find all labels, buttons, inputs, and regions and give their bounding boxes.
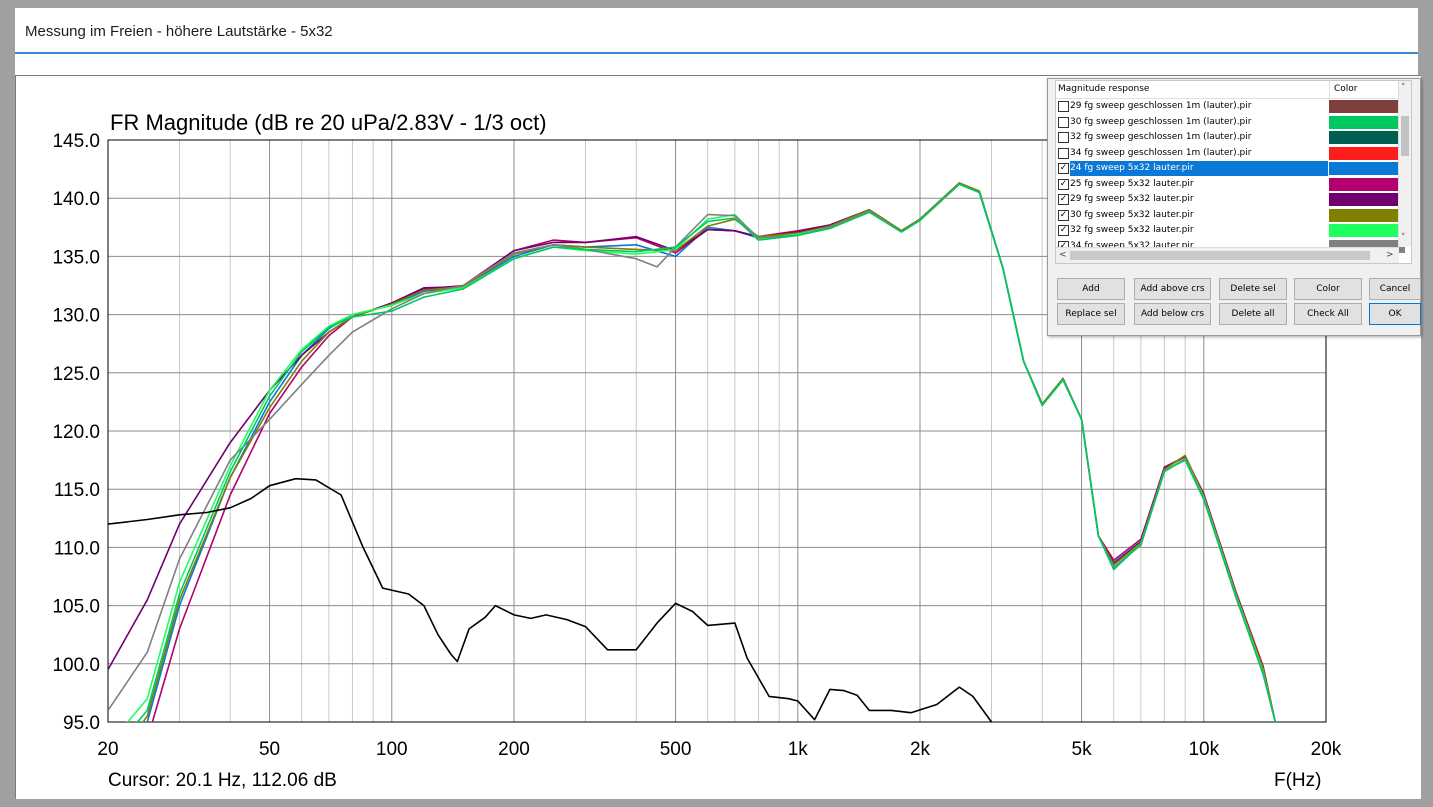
list-item[interactable]: ✓ 24 fg sweep 5x32 lauter.pir	[1056, 161, 1405, 176]
y-tick-label: 140.0	[52, 189, 100, 210]
y-tick-label: 100.0	[52, 655, 100, 676]
color-swatch[interactable]	[1329, 193, 1405, 206]
scroll-thumb-horizontal[interactable]	[1070, 251, 1370, 260]
add-above-crs-button[interactable]: Add above crs	[1134, 278, 1211, 300]
replace-sel-button[interactable]: Replace sel	[1057, 303, 1125, 325]
list-item-label: 32 fg sweep geschlossen 1m (lauter).pir	[1070, 132, 1252, 142]
title-bar: Messung im Freien - höhere Lautstärke - …	[15, 8, 1418, 54]
x-tick-label: 1k	[788, 739, 809, 760]
add-below-crs-button[interactable]: Add below crs	[1134, 303, 1211, 325]
list-item[interactable]: 32 fg sweep geschlossen 1m (lauter).pir	[1056, 130, 1405, 145]
color-swatch[interactable]	[1329, 100, 1405, 113]
color-button[interactable]: Color	[1294, 278, 1362, 300]
y-tick-label: 110.0	[54, 538, 100, 559]
cancel-button[interactable]: Cancel	[1369, 278, 1421, 300]
x-tick-label: 20k	[1311, 739, 1342, 760]
y-tick-label: 125.0	[52, 364, 100, 385]
color-swatch[interactable]	[1329, 131, 1405, 144]
x-tick-label: 5k	[1072, 739, 1093, 760]
y-tick-label: 115.0	[54, 480, 100, 501]
list-item[interactable]: ✓ 32 fg sweep 5x32 lauter.pir	[1056, 223, 1405, 238]
delete-sel-button[interactable]: Delete sel	[1219, 278, 1287, 300]
x-tick-label: 20	[97, 739, 118, 760]
list-item-label: 34 fg sweep geschlossen 1m (lauter).pir	[1070, 147, 1252, 158]
list-item-label: 25 fg sweep 5x32 lauter.pir	[1070, 178, 1194, 189]
list-horizontal-scrollbar[interactable]: < >	[1056, 247, 1399, 263]
list-item[interactable]: ✓ 25 fg sweep 5x32 lauter.pir	[1056, 177, 1405, 192]
checkbox[interactable]: ✓	[1058, 163, 1069, 174]
color-swatch[interactable]	[1329, 162, 1405, 175]
add-button[interactable]: Add	[1057, 278, 1125, 300]
x-tick-label: 100	[376, 739, 408, 760]
scroll-thumb[interactable]	[1401, 116, 1409, 156]
list-vertical-scrollbar[interactable]: ˄ ˅	[1398, 81, 1411, 247]
color-swatch[interactable]	[1329, 208, 1405, 222]
list-item[interactable]: 30 fg sweep geschlossen 1m (lauter).pir	[1056, 115, 1405, 130]
x-tick-label: 2k	[910, 739, 931, 760]
cursor-readout: Cursor: 20.1 Hz, 112.06 dB	[108, 770, 337, 791]
y-tick-label: 145.0	[52, 131, 100, 152]
x-tick-label: 50	[259, 739, 280, 760]
response-list[interactable]: Magnitude response Color 29 fg sweep ges…	[1055, 80, 1412, 264]
checkbox[interactable]: ✓	[1058, 209, 1069, 221]
list-header-color: Color	[1329, 81, 1358, 98]
list-item[interactable]: 29 fg sweep geschlossen 1m (lauter).pir	[1056, 99, 1405, 114]
checkbox[interactable]: ✓	[1058, 178, 1069, 190]
scroll-down-icon[interactable]: ˅	[1401, 233, 1406, 243]
chart-title: FR Magnitude (dB re 20 uPa/2.83V - 1/3 o…	[110, 110, 547, 135]
y-tick-label: 135.0	[52, 247, 100, 268]
scroll-up-icon[interactable]: ˄	[1401, 83, 1406, 93]
x-tick-label: 10k	[1188, 739, 1219, 760]
scroll-left-icon[interactable]: <	[1059, 250, 1067, 260]
list-header: Magnitude response Color	[1056, 81, 1411, 99]
magnitude-response-dialog: Magnitude response Color 29 fg sweep ges…	[1047, 78, 1421, 336]
check-all-button[interactable]: Check All	[1294, 303, 1362, 325]
list-item[interactable]: ✓ 29 fg sweep 5x32 lauter.pir	[1056, 192, 1405, 207]
list-item-label: 29 fg sweep 5x32 lauter.pir	[1070, 194, 1194, 204]
ok-button[interactable]: OK	[1369, 303, 1421, 325]
y-tick-label: 95.0	[63, 713, 100, 734]
x-tick-label: 500	[660, 739, 692, 760]
color-swatch[interactable]	[1329, 177, 1405, 191]
checkbox[interactable]: ✓	[1058, 225, 1069, 236]
list-item-label: 32 fg sweep 5x32 lauter.pir	[1070, 225, 1194, 235]
list-item-label: 30 fg sweep geschlossen 1m (lauter).pir	[1070, 116, 1252, 127]
y-tick-label: 105.0	[52, 597, 100, 618]
y-tick-label: 120.0	[52, 422, 100, 443]
list-item[interactable]: ✓ 30 fg sweep 5x32 lauter.pir	[1056, 208, 1405, 223]
list-header-name: Magnitude response	[1058, 84, 1150, 94]
x-tick-label: 200	[498, 739, 530, 760]
checkbox[interactable]	[1058, 147, 1069, 159]
checkbox[interactable]: ✓	[1058, 194, 1069, 205]
window-title: Messung im Freien - höhere Lautstärke - …	[25, 23, 333, 40]
list-item[interactable]: 34 fg sweep geschlossen 1m (lauter).pir	[1056, 146, 1405, 161]
list-item-label: 30 fg sweep 5x32 lauter.pir	[1070, 209, 1194, 220]
checkbox[interactable]	[1058, 101, 1069, 112]
checkbox[interactable]	[1058, 116, 1069, 128]
color-swatch[interactable]	[1329, 146, 1405, 160]
x-axis-label: F(Hz)	[1274, 770, 1321, 791]
delete-all-button[interactable]: Delete all	[1219, 303, 1287, 325]
color-swatch[interactable]	[1329, 115, 1405, 129]
list-item-label: 29 fg sweep geschlossen 1m (lauter).pir	[1070, 101, 1252, 111]
checkbox[interactable]	[1058, 132, 1069, 143]
y-tick-label: 130.0	[52, 306, 100, 327]
list-item-label: 24 fg sweep 5x32 lauter.pir	[1070, 161, 1328, 176]
scroll-right-icon[interactable]: >	[1386, 250, 1394, 260]
color-swatch[interactable]	[1329, 224, 1405, 237]
